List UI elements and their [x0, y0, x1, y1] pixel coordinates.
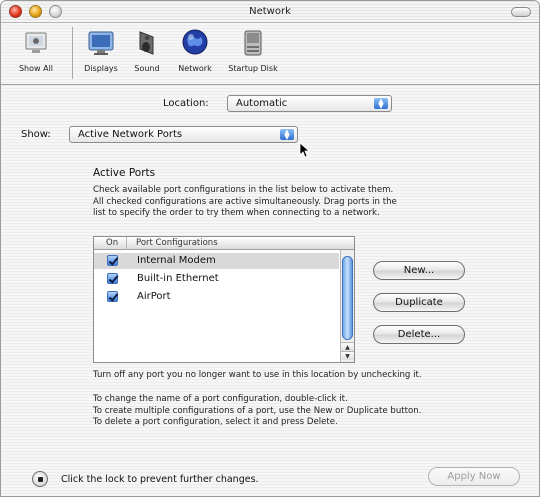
startup-disk-icon — [237, 27, 269, 59]
table-row[interactable]: Internal Modem — [94, 253, 339, 269]
table-row[interactable]: Built-in Ethernet — [94, 271, 339, 287]
toolbar-label: Show All — [18, 64, 54, 73]
toolbar-label: Network — [178, 64, 212, 73]
network-preferences-window: Network Show All Displays Sound Network … — [0, 0, 540, 497]
active-ports-title: Active Ports — [93, 167, 156, 179]
toolbar-label: Sound — [134, 64, 160, 73]
port-name: Built-in Ethernet — [137, 273, 219, 284]
network-globe-icon — [179, 27, 211, 59]
title-bar[interactable]: Network — [1, 1, 539, 23]
toolbar-label: Displays — [84, 64, 118, 73]
port-enabled-checkbox[interactable] — [107, 255, 118, 266]
scroll-thumb[interactable] — [342, 256, 353, 340]
column-divider — [126, 237, 127, 250]
column-header-on[interactable]: On — [106, 238, 118, 248]
popup-arrows-icon: ▲ ▼ — [280, 129, 294, 141]
active-ports-description: Check available port configurations in t… — [93, 185, 397, 220]
port-configurations-table[interactable]: On Port Configurations Internal Modem Bu… — [93, 236, 355, 363]
displays-icon — [85, 27, 117, 59]
description-line: Check available port configurations in t… — [93, 185, 394, 195]
toolbar-divider — [72, 27, 73, 79]
port-enabled-checkbox[interactable] — [107, 291, 118, 302]
port-name: AirPort — [137, 291, 171, 302]
toolbar-label: Startup Disk — [228, 64, 278, 73]
column-header-port-configurations[interactable]: Port Configurations — [136, 238, 218, 248]
description-line: All checked configurations are active si… — [93, 196, 397, 207]
window-title: Network — [249, 6, 291, 17]
table-scrollbar[interactable]: ▲ ▼ — [340, 250, 354, 362]
scroll-down-arrow-icon[interactable]: ▼ — [341, 351, 354, 360]
instruction-line: To delete a port configuration, select i… — [93, 417, 338, 427]
apply-now-button[interactable]: Apply Now — [428, 467, 520, 486]
instruction-line: To create multiple configurations of a p… — [93, 405, 422, 416]
location-value: Automatic — [236, 98, 288, 109]
toolbar-item-displays[interactable]: Displays — [79, 27, 123, 73]
toolbar: Show All Displays Sound Network Startup … — [1, 23, 539, 85]
location-popup[interactable]: Automatic ▲ ▼ — [227, 95, 392, 112]
toolbar-item-sound[interactable]: Sound — [125, 27, 169, 73]
toolbar-item-startup-disk[interactable]: Startup Disk — [221, 27, 285, 73]
show-label: Show: — [21, 129, 51, 140]
sound-icon — [131, 27, 163, 59]
new-button[interactable]: New... — [373, 261, 465, 280]
apple-icon — [20, 27, 52, 59]
lock-hint: Click the lock to prevent further change… — [61, 474, 259, 485]
mouse-cursor-icon — [299, 142, 311, 158]
table-header: On Port Configurations — [94, 237, 354, 250]
scroll-up-arrow-icon[interactable]: ▲ — [341, 342, 354, 351]
duplicate-button[interactable]: Duplicate — [373, 293, 465, 312]
show-popup[interactable]: Active Network Ports ▲ ▼ — [69, 126, 298, 143]
description-line: list to specify the order to try them wh… — [93, 208, 380, 218]
location-label: Location: — [163, 98, 209, 109]
toolbar-item-network[interactable]: Network — [171, 27, 219, 73]
delete-button[interactable]: Delete... — [373, 325, 465, 344]
instructions: To change the name of a port configurati… — [93, 394, 421, 429]
port-enabled-checkbox[interactable] — [107, 273, 118, 284]
instruction-line: To change the name of a port configurati… — [93, 394, 348, 404]
port-name: Internal Modem — [137, 255, 216, 266]
popup-arrows-icon: ▲ ▼ — [374, 98, 388, 110]
lock-icon[interactable] — [32, 471, 48, 487]
table-row[interactable]: AirPort — [94, 289, 339, 305]
turn-off-hint: Turn off any port you no longer want to … — [93, 370, 422, 380]
toolbar-toggle-button[interactable] — [511, 7, 531, 17]
show-value: Active Network Ports — [78, 129, 183, 140]
toolbar-item-show-all[interactable]: Show All — [5, 27, 67, 73]
